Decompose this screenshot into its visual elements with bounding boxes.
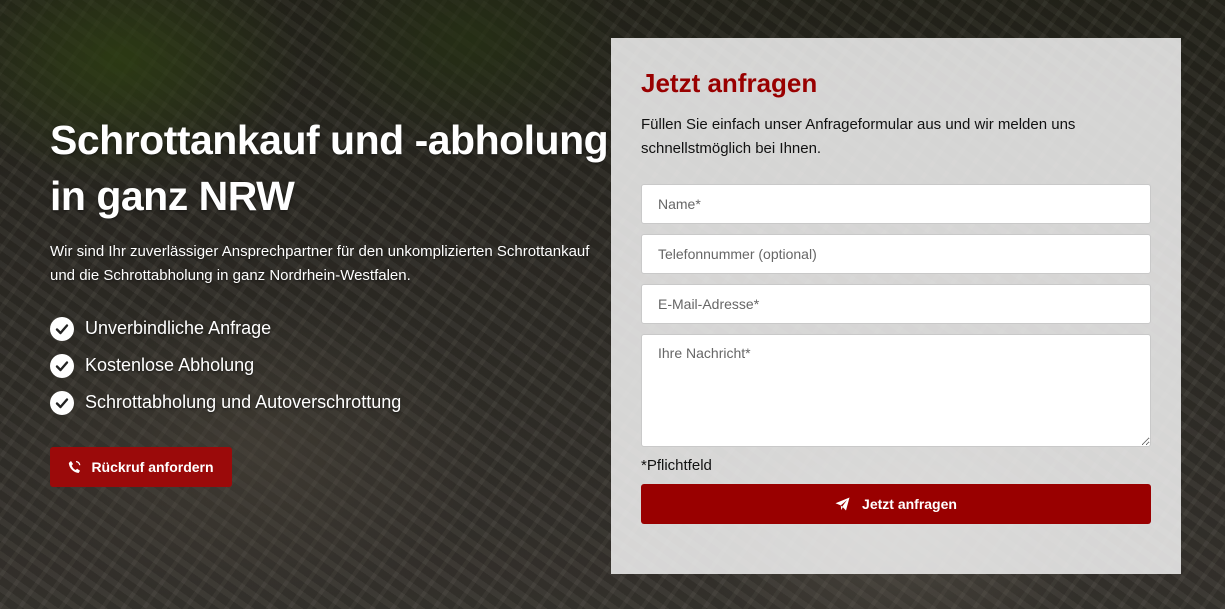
feature-item: Unverbindliche Anfrage <box>50 310 610 347</box>
hero-intro: Wir sind Ihr zuverlässiger Ansprechpartn… <box>50 243 590 284</box>
hero-content: Schrottankauf und -abholung in ganz NRW … <box>50 112 610 487</box>
callback-request-button[interactable]: Rückruf anfordern <box>50 447 232 487</box>
phone-field[interactable] <box>641 234 1151 274</box>
feature-list: Unverbindliche Anfrage Kostenlose Abholu… <box>50 310 610 421</box>
required-field-note: *Pflichtfeld <box>641 457 712 474</box>
feature-item: Schrottabholung und Autoverschrottung <box>50 384 610 421</box>
phone-icon <box>68 460 81 474</box>
name-field[interactable] <box>641 184 1151 224</box>
feature-label: Unverbindliche Anfrage <box>85 318 272 338</box>
callback-button-label: Rückruf anfordern <box>91 459 214 475</box>
check-circle-icon <box>50 353 74 378</box>
feature-label: Kostenlose Abholung <box>85 355 255 375</box>
submit-inquiry-button[interactable]: Jetzt anfragen <box>641 484 1151 524</box>
form-intro: Füllen Sie einfach unser Anfrageformular… <box>641 116 1076 157</box>
check-circle-icon <box>50 390 74 415</box>
feature-label: Schrottabholung und Autoverschrottung <box>85 392 402 412</box>
form-fields <box>641 184 1151 447</box>
feature-item: Kostenlose Abholung <box>50 347 610 384</box>
hero-title: Schrottankauf und -abholung in ganz NRW <box>50 117 609 219</box>
check-circle-icon <box>50 316 74 341</box>
paper-plane-icon <box>835 497 850 511</box>
email-field[interactable] <box>641 284 1151 324</box>
message-field[interactable] <box>641 334 1151 447</box>
submit-button-label: Jetzt anfragen <box>862 496 957 512</box>
form-title: Jetzt anfragen <box>641 68 818 98</box>
inquiry-form-card: Jetzt anfragen Füllen Sie einfach unser … <box>611 38 1181 574</box>
